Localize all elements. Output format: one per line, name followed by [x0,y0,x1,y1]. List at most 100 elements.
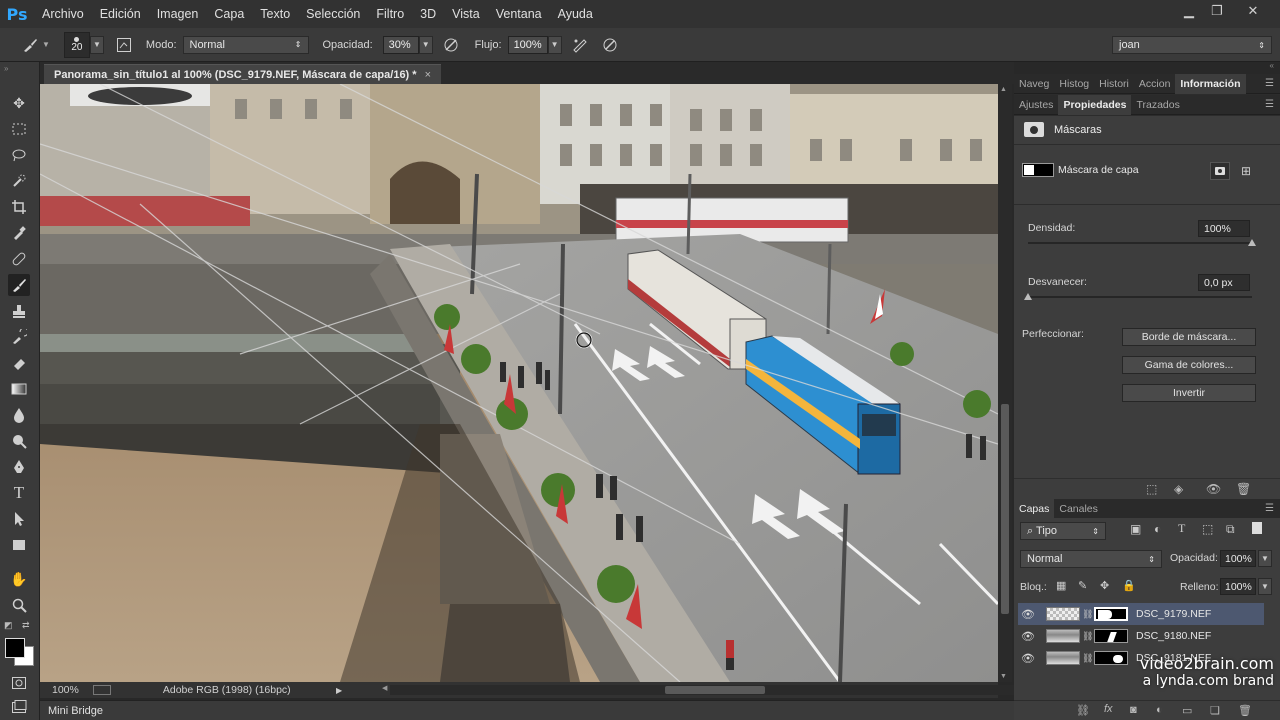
scroll-left-icon[interactable]: ◀ [382,684,387,692]
document-canvas[interactable] [40,84,998,682]
adjustment-layer-icon[interactable]: ◐ [1156,704,1163,716]
tab-acciones[interactable]: Accion [1134,74,1176,94]
invert-button[interactable]: Invertir [1122,384,1256,402]
layer-opacity-input[interactable]: 100% [1220,550,1256,567]
scroll-up-icon[interactable]: ▲ [1000,86,1007,93]
brush-tool-preset-icon[interactable] [20,35,40,55]
lock-position-icon[interactable]: ✥ [1100,579,1109,592]
layer-name[interactable]: DSC_9179.NEF [1136,608,1211,620]
horizontal-scrollbar[interactable]: ◀ ▶ [382,685,1036,695]
layer-filter-select[interactable]: ⌕ Tipo ⇕ [1020,522,1106,540]
menu-3d[interactable]: 3D [412,7,444,21]
tab-ajustes[interactable]: Ajustes [1014,95,1058,115]
link-icon[interactable]: ⛓ [1082,653,1093,664]
color-range-button[interactable]: Gama de colores... [1122,356,1256,374]
collapse-panel-icon[interactable]: » [4,64,8,73]
menu-ventana[interactable]: Ventana [488,7,550,21]
layer-mask-thumbnail[interactable] [1094,607,1128,621]
tab-historia[interactable]: Histori [1094,74,1134,94]
feather-input[interactable]: 0,0 px [1198,274,1250,291]
brush-tool-icon[interactable] [8,274,30,296]
opacity-dropdown[interactable]: ▼ [418,35,433,54]
link-layers-icon[interactable]: ⛓ [1076,704,1090,717]
opacity-input[interactable]: 30% [382,35,419,54]
lock-image-icon[interactable]: ✎ [1078,579,1087,592]
foreground-color-swatch[interactable] [5,638,25,658]
mini-bridge-tab[interactable]: Mini Bridge [48,705,103,717]
collapse-panel-icon[interactable]: « [1270,61,1274,70]
close-icon[interactable]: ✕ [1240,2,1266,20]
history-brush-tool-icon[interactable] [8,326,30,348]
filter-type-icon[interactable]: T [1178,521,1185,536]
clone-stamp-tool-icon[interactable] [8,300,30,322]
flow-input[interactable]: 100% [507,35,548,54]
density-slider[interactable] [1028,242,1252,244]
default-colors-icon[interactable]: ◩ [4,620,13,631]
crop-tool-icon[interactable] [8,196,30,218]
panel-menu-icon[interactable]: ☰ [1265,503,1274,514]
panel-menu-icon[interactable]: ☰ [1265,78,1274,89]
menu-archivo[interactable]: Archivo [34,7,92,21]
apply-mask-icon[interactable]: ◈ [1174,482,1183,496]
fill-dropdown[interactable]: ▼ [1258,578,1272,595]
menu-filtro[interactable]: Filtro [368,7,412,21]
path-selection-tool-icon[interactable] [8,508,30,530]
fill-input[interactable]: 100% [1220,578,1256,595]
brush-panel-toggle-icon[interactable] [114,35,134,55]
add-mask-icon[interactable]: ◙ [1130,704,1137,716]
filter-toggle-icon[interactable] [1252,522,1262,534]
panel-menu-icon[interactable]: ☰ [1265,99,1274,110]
eyedropper-tool-icon[interactable] [8,222,30,244]
lock-all-icon[interactable]: 🔒 [1122,579,1136,592]
panel-collapse-strip[interactable]: « [1014,61,1280,74]
visibility-eye-icon[interactable]: 👁 [1018,630,1038,643]
menu-seleccion[interactable]: Selección [298,7,368,21]
pressure-opacity-icon[interactable] [441,35,461,55]
density-slider-knob[interactable] [1248,239,1256,246]
screen-mode-icon[interactable] [8,696,30,718]
feather-slider[interactable] [1028,296,1252,298]
fx-icon[interactable]: fx [1104,703,1113,715]
move-tool-icon[interactable]: ✥ [8,92,30,114]
brush-size-picker[interactable]: 20 [63,31,90,58]
trash-icon[interactable]: 🗑 [1238,704,1252,717]
quick-selection-tool-icon[interactable] [8,170,30,192]
menu-edicion[interactable]: Edición [92,7,149,21]
menu-vista[interactable]: Vista [444,7,488,21]
mask-edge-button[interactable]: Borde de máscara... [1122,328,1256,346]
rectangle-tool-icon[interactable] [8,534,30,556]
menu-capa[interactable]: Capa [206,7,252,21]
pixel-mask-button[interactable] [1210,162,1230,180]
layer-row[interactable]: 👁 ⛓ DSC_9179.NEF [1018,603,1264,625]
quick-mask-icon[interactable] [8,672,30,694]
blur-tool-icon[interactable] [8,404,30,426]
menu-ayuda[interactable]: Ayuda [550,7,601,21]
swap-colors-icon[interactable]: ⇄ [22,620,30,631]
menu-imagen[interactable]: Imagen [149,7,207,21]
density-input[interactable]: 100% [1198,220,1250,237]
restore-icon[interactable]: ❐ [1204,2,1230,20]
flow-dropdown[interactable]: ▼ [547,35,562,54]
scroll-down-icon[interactable]: ▼ [1000,673,1007,680]
tab-canales[interactable]: Canales [1054,499,1103,519]
filter-adjustment-icon[interactable]: ◐ [1154,522,1161,536]
feather-slider-knob[interactable] [1024,293,1032,300]
gradient-tool-icon[interactable] [8,378,30,400]
filter-pixel-icon[interactable]: ▣ [1130,522,1141,536]
airbrush-icon[interactable] [570,35,590,55]
layer-row[interactable]: 👁 ⛓ DSC_9180.NEF [1018,625,1264,647]
menu-texto[interactable]: Texto [252,7,298,21]
layer-mask-thumbnail[interactable] [1094,629,1128,643]
visibility-eye-icon[interactable]: 👁 [1018,652,1038,665]
link-icon[interactable]: ⛓ [1082,609,1093,620]
tab-trazados[interactable]: Trazados [1131,95,1184,115]
layer-opacity-dropdown[interactable]: ▼ [1258,550,1272,567]
pressure-size-icon[interactable] [600,35,620,55]
lasso-tool-icon[interactable] [8,144,30,166]
load-selection-icon[interactable]: ⬚ [1146,482,1157,496]
minimize-icon[interactable]: ▁ [1176,2,1202,20]
lock-transparent-icon[interactable]: ▦ [1056,579,1066,592]
workspace-select[interactable]: joan ⇕ [1112,36,1272,54]
filter-shape-icon[interactable]: ⬚ [1202,522,1213,536]
tab-capas[interactable]: Capas [1014,498,1055,519]
